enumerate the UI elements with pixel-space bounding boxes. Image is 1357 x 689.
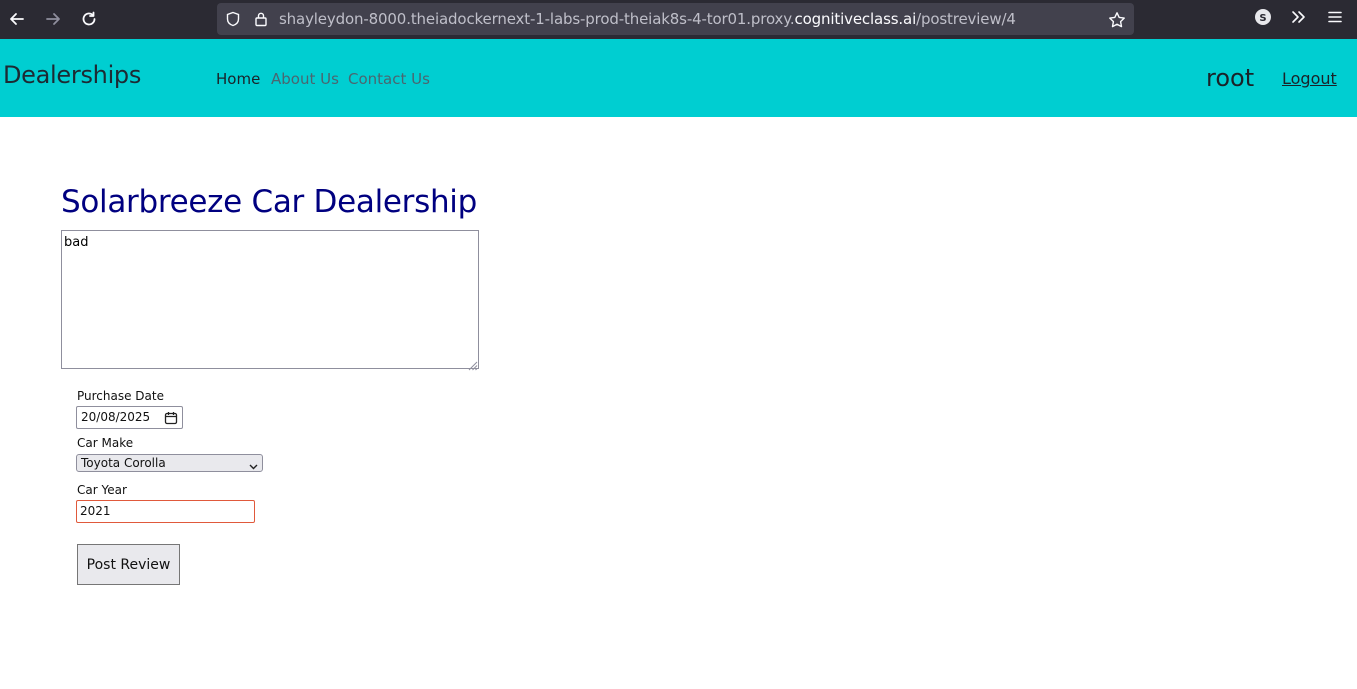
overflow-icon[interactable]: [1290, 8, 1308, 30]
url-text[interactable]: shayleydon-8000.theiadockernext-1-labs-p…: [279, 10, 1016, 28]
chevron-down-icon: [249, 459, 258, 475]
resize-grip-icon[interactable]: [466, 356, 478, 371]
nav-link-about[interactable]: About Us: [271, 70, 339, 88]
reload-icon[interactable]: [77, 7, 101, 31]
purchase-date-label: Purchase Date: [77, 389, 164, 403]
account-icon[interactable]: S: [1254, 8, 1272, 30]
car-year-input[interactable]: 2021: [76, 500, 255, 523]
menu-icon[interactable]: [1326, 8, 1344, 30]
address-bar[interactable]: shayleydon-8000.theiadockernext-1-labs-p…: [217, 3, 1134, 35]
purchase-date-input[interactable]: 20/08/2025: [76, 406, 183, 429]
forward-arrow-icon[interactable]: [41, 7, 65, 31]
site-navbar: Dealerships Home About Us Contact Us roo…: [0, 39, 1357, 117]
calendar-icon[interactable]: [164, 411, 178, 432]
username-label: root: [1206, 64, 1255, 92]
url-domain: cognitiveclass.ai: [794, 10, 917, 28]
post-review-button[interactable]: Post Review: [77, 544, 180, 585]
car-make-select[interactable]: Toyota Corolla: [76, 454, 263, 472]
date-month[interactable]: 08: [100, 410, 115, 424]
review-textarea[interactable]: bad: [61, 230, 479, 369]
car-make-label: Car Make: [77, 436, 134, 450]
date-year[interactable]: 2025: [120, 410, 151, 424]
lock-icon[interactable]: [254, 11, 268, 31]
car-make-selected: Toyota Corolla: [81, 456, 166, 470]
browser-toolbar: shayleydon-8000.theiadockernext-1-labs-p…: [0, 0, 1357, 39]
account-initial: S: [1259, 13, 1266, 24]
page-title: Solarbreeze Car Dealership: [61, 184, 477, 220]
shield-icon[interactable]: [225, 11, 241, 31]
star-icon[interactable]: [1108, 11, 1126, 33]
logout-link[interactable]: Logout: [1282, 69, 1337, 88]
back-arrow-icon[interactable]: [5, 7, 29, 31]
nav-link-contact[interactable]: Contact Us: [348, 70, 430, 88]
nav-link-home[interactable]: Home: [216, 70, 260, 88]
date-day[interactable]: 20: [81, 410, 96, 424]
car-year-label: Car Year: [77, 483, 127, 497]
brand-logo-text[interactable]: Dealerships: [3, 61, 141, 89]
url-path: /postreview/4: [916, 10, 1016, 28]
url-prefix: shayleydon-8000.theiadockernext-1-labs-p…: [279, 10, 795, 28]
